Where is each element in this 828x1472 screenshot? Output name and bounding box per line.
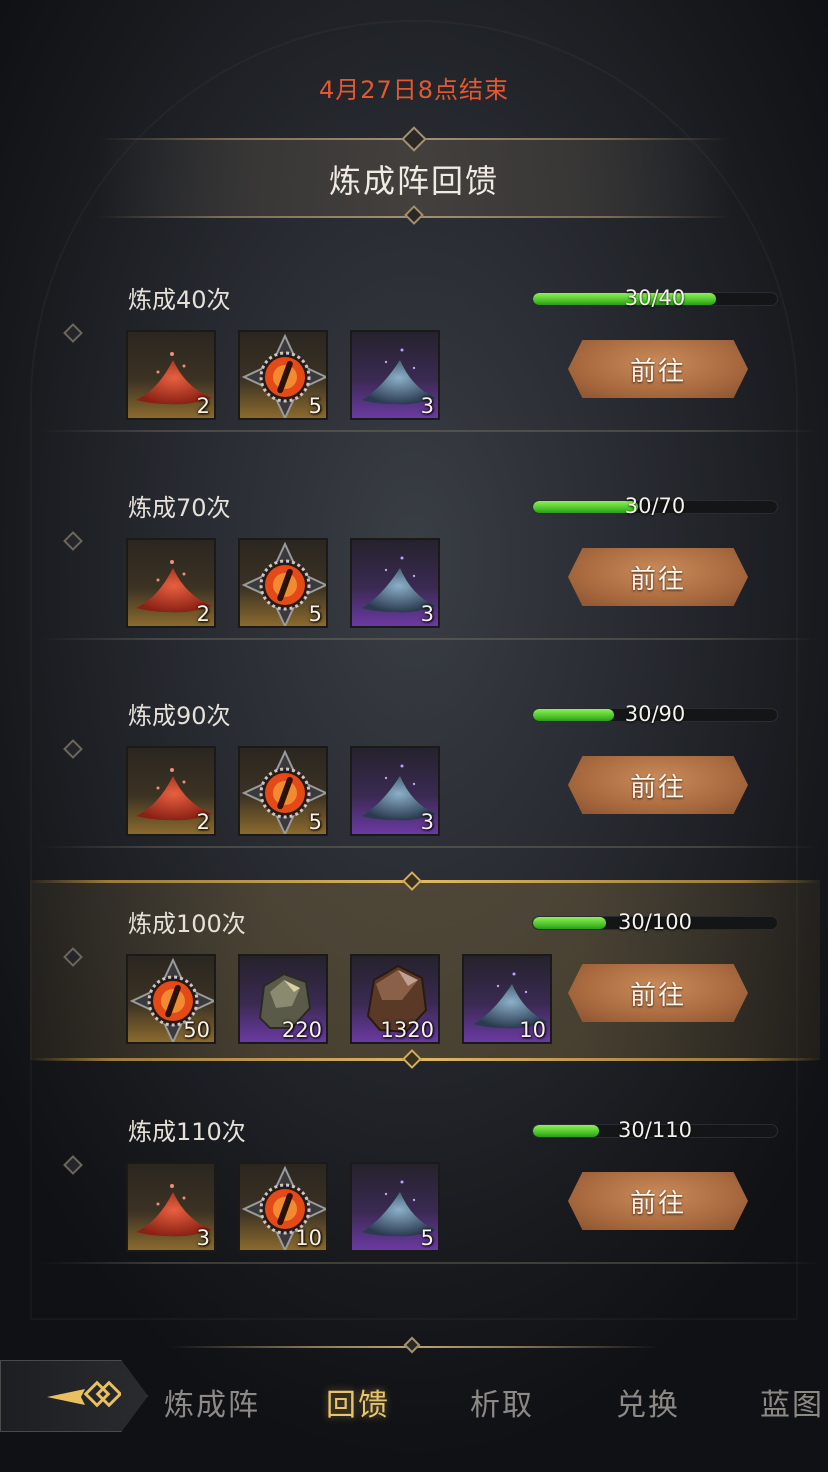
item-count: 1320: [380, 1018, 434, 1042]
progress-text: 30/70: [624, 494, 686, 518]
item-count: 5: [308, 810, 322, 834]
reward-item[interactable]: 3: [350, 746, 440, 836]
reward-item[interactable]: 3: [350, 538, 440, 628]
item-count: 3: [420, 394, 434, 418]
reward-row: 炼成40次 30/40 2 5 3 前往: [20, 262, 820, 450]
row-separator: [40, 430, 820, 432]
item-count: 3: [420, 602, 434, 626]
reward-item[interactable]: 2: [126, 330, 216, 420]
row-diamond-icon: [63, 739, 83, 759]
reward-items: 50 220 1320 10: [126, 954, 552, 1044]
reward-items: 3 10 5: [126, 1162, 440, 1252]
reward-row: 炼成70次 30/70 2 5 3 前往: [20, 470, 820, 658]
reward-items: 2 5 3: [126, 538, 440, 628]
reward-items: 2 5 3: [126, 746, 440, 836]
reward-row: 炼成110次 30/110 3 10 5 前往: [20, 1094, 820, 1282]
tab-item[interactable]: 回馈: [326, 1380, 390, 1424]
item-count: 2: [196, 810, 210, 834]
reward-row: 炼成100次 30/100 50 220 1320 10 前往: [20, 871, 820, 1074]
tab-item[interactable]: 蓝图: [760, 1380, 824, 1424]
back-arrow-icon: [47, 1380, 121, 1408]
bottom-divider: [170, 1336, 658, 1354]
tab-item[interactable]: 析取: [470, 1380, 534, 1424]
go-button[interactable]: 前往: [568, 964, 748, 1022]
reward-row: 炼成90次 30/90 2 5 3 前往: [20, 678, 820, 866]
reward-milestone-label: 炼成110次: [128, 1118, 246, 1146]
progress-text: 30/90: [624, 702, 686, 726]
item-count: 2: [196, 394, 210, 418]
reward-milestone-label: 炼成40次: [128, 286, 231, 314]
highlight-border-bottom: [30, 1058, 820, 1061]
reward-items: 2 5 3: [126, 330, 440, 420]
reward-milestone-label: 炼成100次: [128, 910, 246, 938]
title-banner: 炼成阵回馈: [98, 118, 730, 230]
item-count: 10: [519, 1018, 546, 1042]
reward-item[interactable]: 5: [238, 538, 328, 628]
item-count: 2: [196, 602, 210, 626]
row-diamond-icon: [63, 531, 83, 551]
reward-item[interactable]: 3: [126, 1162, 216, 1252]
item-count: 3: [420, 810, 434, 834]
go-button[interactable]: 前往: [568, 340, 748, 398]
reward-item[interactable]: 5: [350, 1162, 440, 1252]
page-title: 炼成阵回馈: [328, 162, 499, 200]
reward-item[interactable]: 2: [126, 746, 216, 836]
reward-milestone-label: 炼成70次: [128, 494, 231, 522]
row-separator: [40, 638, 820, 640]
reward-item[interactable]: 3: [350, 330, 440, 420]
row-separator: [40, 1262, 820, 1264]
item-count: 220: [281, 1018, 322, 1042]
row-diamond-icon: [63, 323, 83, 343]
item-count: 50: [183, 1018, 210, 1042]
go-button[interactable]: 前往: [568, 1172, 748, 1230]
progress-text: 30/110: [618, 1118, 692, 1142]
item-count: 5: [308, 394, 322, 418]
row-separator: [40, 846, 820, 848]
tab-item[interactable]: 炼成阵: [164, 1380, 260, 1424]
reward-item[interactable]: 2: [126, 538, 216, 628]
row-diamond-icon: [63, 1155, 83, 1175]
reward-item[interactable]: 220: [238, 954, 328, 1044]
highlight-border-top: [30, 880, 820, 883]
item-count: 3: [196, 1226, 210, 1250]
reward-item[interactable]: 1320: [350, 954, 440, 1044]
go-button[interactable]: 前往: [568, 548, 748, 606]
reward-milestone-label: 炼成90次: [128, 702, 231, 730]
reward-item[interactable]: 5: [238, 746, 328, 836]
reward-item[interactable]: 10: [462, 954, 552, 1044]
progress-text: 30/100: [618, 910, 692, 934]
back-button[interactable]: [0, 1360, 148, 1432]
tab-item[interactable]: 兑换: [616, 1380, 680, 1424]
reward-item[interactable]: 50: [126, 954, 216, 1044]
reward-item[interactable]: 10: [238, 1162, 328, 1252]
reward-item[interactable]: 5: [238, 330, 328, 420]
go-button[interactable]: 前往: [568, 756, 748, 814]
item-count: 5: [308, 602, 322, 626]
bottom-tab-bar: 炼成阵 回馈 析取 兑换 蓝图: [0, 1360, 828, 1440]
item-count: 10: [295, 1226, 322, 1250]
event-end-time: 4月27日8点结束: [318, 76, 510, 104]
divider-diamond-icon: [403, 1336, 421, 1354]
item-count: 5: [420, 1226, 434, 1250]
progress-text: 30/40: [624, 286, 686, 310]
